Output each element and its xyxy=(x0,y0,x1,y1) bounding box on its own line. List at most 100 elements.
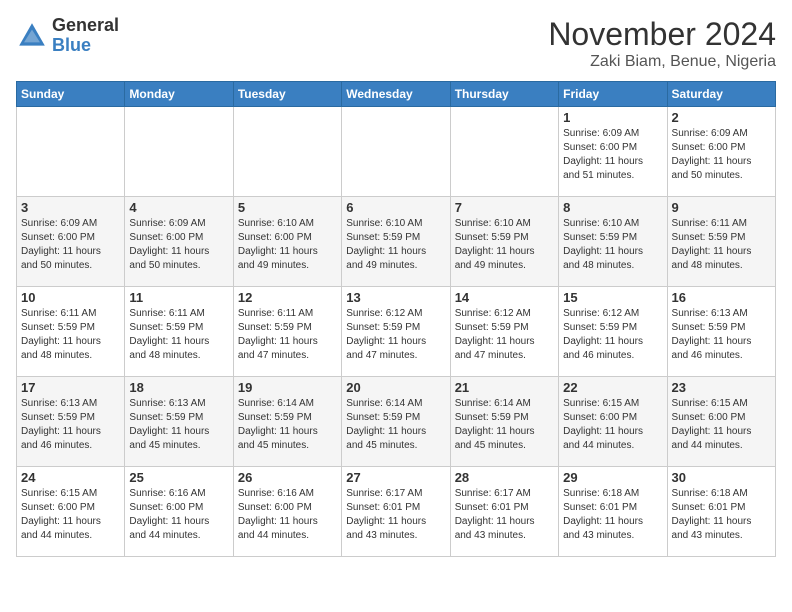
day-number: 22 xyxy=(563,380,662,395)
day-info: Sunrise: 6:15 AM Sunset: 6:00 PM Dayligh… xyxy=(21,487,120,543)
day-number: 21 xyxy=(455,380,554,395)
weekday-header-wednesday: Wednesday xyxy=(342,82,450,107)
day-info: Sunrise: 6:11 AM Sunset: 5:59 PM Dayligh… xyxy=(129,307,228,363)
day-info: Sunrise: 6:13 AM Sunset: 5:59 PM Dayligh… xyxy=(129,397,228,453)
day-number: 29 xyxy=(563,470,662,485)
day-number: 30 xyxy=(672,470,771,485)
calendar-cell: 28 Sunrise: 6:17 AM Sunset: 6:01 PM Dayli… xyxy=(450,467,558,557)
calendar-cell: 26 Sunrise: 6:16 AM Sunset: 6:00 PM Dayli… xyxy=(233,467,341,557)
day-info: Sunrise: 6:18 AM Sunset: 6:01 PM Dayligh… xyxy=(672,487,771,543)
weekday-header-monday: Monday xyxy=(125,82,233,107)
day-info: Sunrise: 6:12 AM Sunset: 5:59 PM Dayligh… xyxy=(563,307,662,363)
title-area: November 2024 Zaki Biam, Benue, Nigeria xyxy=(548,16,776,71)
calendar-cell: 19 Sunrise: 6:14 AM Sunset: 5:59 PM Dayli… xyxy=(233,377,341,467)
calendar-cell: 8 Sunrise: 6:10 AM Sunset: 5:59 PM Daylig… xyxy=(559,197,667,287)
calendar-cell: 21 Sunrise: 6:14 AM Sunset: 5:59 PM Dayli… xyxy=(450,377,558,467)
day-number: 8 xyxy=(563,200,662,215)
day-info: Sunrise: 6:18 AM Sunset: 6:01 PM Dayligh… xyxy=(563,487,662,543)
calendar-cell xyxy=(450,107,558,197)
day-number: 17 xyxy=(21,380,120,395)
calendar-cell: 7 Sunrise: 6:10 AM Sunset: 5:59 PM Daylig… xyxy=(450,197,558,287)
day-number: 15 xyxy=(563,290,662,305)
calendar-cell: 11 Sunrise: 6:11 AM Sunset: 5:59 PM Dayli… xyxy=(125,287,233,377)
calendar-cell xyxy=(233,107,341,197)
day-info: Sunrise: 6:10 AM Sunset: 5:59 PM Dayligh… xyxy=(346,217,445,273)
calendar-cell: 5 Sunrise: 6:10 AM Sunset: 6:00 PM Daylig… xyxy=(233,197,341,287)
day-info: Sunrise: 6:11 AM Sunset: 5:59 PM Dayligh… xyxy=(672,217,771,273)
calendar-table: SundayMondayTuesdayWednesdayThursdayFrid… xyxy=(16,81,776,557)
weekday-header-friday: Friday xyxy=(559,82,667,107)
day-info: Sunrise: 6:10 AM Sunset: 5:59 PM Dayligh… xyxy=(455,217,554,273)
calendar-cell: 14 Sunrise: 6:12 AM Sunset: 5:59 PM Dayli… xyxy=(450,287,558,377)
day-number: 28 xyxy=(455,470,554,485)
day-info: Sunrise: 6:17 AM Sunset: 6:01 PM Dayligh… xyxy=(346,487,445,543)
day-info: Sunrise: 6:17 AM Sunset: 6:01 PM Dayligh… xyxy=(455,487,554,543)
calendar-cell: 16 Sunrise: 6:13 AM Sunset: 5:59 PM Dayli… xyxy=(667,287,775,377)
day-number: 25 xyxy=(129,470,228,485)
day-number: 24 xyxy=(21,470,120,485)
calendar-cell: 15 Sunrise: 6:12 AM Sunset: 5:59 PM Dayli… xyxy=(559,287,667,377)
day-number: 16 xyxy=(672,290,771,305)
day-info: Sunrise: 6:09 AM Sunset: 6:00 PM Dayligh… xyxy=(563,127,662,183)
calendar-cell: 2 Sunrise: 6:09 AM Sunset: 6:00 PM Daylig… xyxy=(667,107,775,197)
weekday-header-sunday: Sunday xyxy=(17,82,125,107)
calendar-cell: 20 Sunrise: 6:14 AM Sunset: 5:59 PM Dayli… xyxy=(342,377,450,467)
page-header: General Blue November 2024 Zaki Biam, Be… xyxy=(16,16,776,71)
day-number: 1 xyxy=(563,110,662,125)
calendar-cell: 24 Sunrise: 6:15 AM Sunset: 6:00 PM Dayli… xyxy=(17,467,125,557)
logo-text: General Blue xyxy=(52,16,119,56)
day-info: Sunrise: 6:11 AM Sunset: 5:59 PM Dayligh… xyxy=(238,307,337,363)
day-number: 27 xyxy=(346,470,445,485)
day-info: Sunrise: 6:10 AM Sunset: 5:59 PM Dayligh… xyxy=(563,217,662,273)
day-number: 6 xyxy=(346,200,445,215)
day-info: Sunrise: 6:11 AM Sunset: 5:59 PM Dayligh… xyxy=(21,307,120,363)
day-info: Sunrise: 6:09 AM Sunset: 6:00 PM Dayligh… xyxy=(672,127,771,183)
day-number: 14 xyxy=(455,290,554,305)
logo: General Blue xyxy=(16,16,119,56)
day-number: 20 xyxy=(346,380,445,395)
day-number: 11 xyxy=(129,290,228,305)
day-number: 2 xyxy=(672,110,771,125)
day-number: 23 xyxy=(672,380,771,395)
day-info: Sunrise: 6:16 AM Sunset: 6:00 PM Dayligh… xyxy=(238,487,337,543)
day-info: Sunrise: 6:13 AM Sunset: 5:59 PM Dayligh… xyxy=(21,397,120,453)
day-number: 10 xyxy=(21,290,120,305)
month-title: November 2024 xyxy=(548,16,776,53)
day-info: Sunrise: 6:14 AM Sunset: 5:59 PM Dayligh… xyxy=(455,397,554,453)
day-info: Sunrise: 6:14 AM Sunset: 5:59 PM Dayligh… xyxy=(346,397,445,453)
day-number: 26 xyxy=(238,470,337,485)
calendar-cell xyxy=(17,107,125,197)
weekday-header-tuesday: Tuesday xyxy=(233,82,341,107)
calendar-cell: 29 Sunrise: 6:18 AM Sunset: 6:01 PM Dayli… xyxy=(559,467,667,557)
day-info: Sunrise: 6:12 AM Sunset: 5:59 PM Dayligh… xyxy=(346,307,445,363)
calendar-cell: 25Sunrise: 6:16 AM Sunset: 6:00 PM Dayli… xyxy=(125,467,233,557)
calendar-cell: 27 Sunrise: 6:17 AM Sunset: 6:01 PM Dayli… xyxy=(342,467,450,557)
calendar-cell: 23Sunrise: 6:15 AM Sunset: 6:00 PM Dayli… xyxy=(667,377,775,467)
calendar-cell: 13 Sunrise: 6:12 AM Sunset: 5:59 PM Dayli… xyxy=(342,287,450,377)
day-info: Sunrise: 6:13 AM Sunset: 5:59 PM Dayligh… xyxy=(672,307,771,363)
location-text: Zaki Biam, Benue, Nigeria xyxy=(548,53,776,71)
day-number: 5 xyxy=(238,200,337,215)
calendar-cell: 22 Sunrise: 6:15 AM Sunset: 6:00 PM Dayli… xyxy=(559,377,667,467)
calendar-cell: 1 Sunrise: 6:09 AM Sunset: 6:00 PM Daylig… xyxy=(559,107,667,197)
calendar-cell: 17 Sunrise: 6:13 AM Sunset: 5:59 PM Dayli… xyxy=(17,377,125,467)
day-number: 18 xyxy=(129,380,228,395)
calendar-cell: 10 Sunrise: 6:11 AM Sunset: 5:59 PM Dayli… xyxy=(17,287,125,377)
day-number: 19 xyxy=(238,380,337,395)
day-number: 13 xyxy=(346,290,445,305)
day-info: Sunrise: 6:12 AM Sunset: 5:59 PM Dayligh… xyxy=(455,307,554,363)
day-number: 7 xyxy=(455,200,554,215)
day-info: Sunrise: 6:10 AM Sunset: 6:00 PM Dayligh… xyxy=(238,217,337,273)
day-info: Sunrise: 6:14 AM Sunset: 5:59 PM Dayligh… xyxy=(238,397,337,453)
calendar-cell: 30 Sunrise: 6:18 AM Sunset: 6:01 PM Dayli… xyxy=(667,467,775,557)
logo-icon xyxy=(16,20,48,52)
calendar-cell: 6 Sunrise: 6:10 AM Sunset: 5:59 PM Daylig… xyxy=(342,197,450,287)
weekday-header-saturday: Saturday xyxy=(667,82,775,107)
weekday-header-thursday: Thursday xyxy=(450,82,558,107)
day-info: Sunrise: 6:15 AM Sunset: 6:00 PM Dayligh… xyxy=(563,397,662,453)
calendar-cell xyxy=(342,107,450,197)
logo-blue-text: Blue xyxy=(52,36,119,56)
calendar-cell: 9Sunrise: 6:11 AM Sunset: 5:59 PM Daylig… xyxy=(667,197,775,287)
logo-general-text: General xyxy=(52,16,119,36)
day-number: 4 xyxy=(129,200,228,215)
